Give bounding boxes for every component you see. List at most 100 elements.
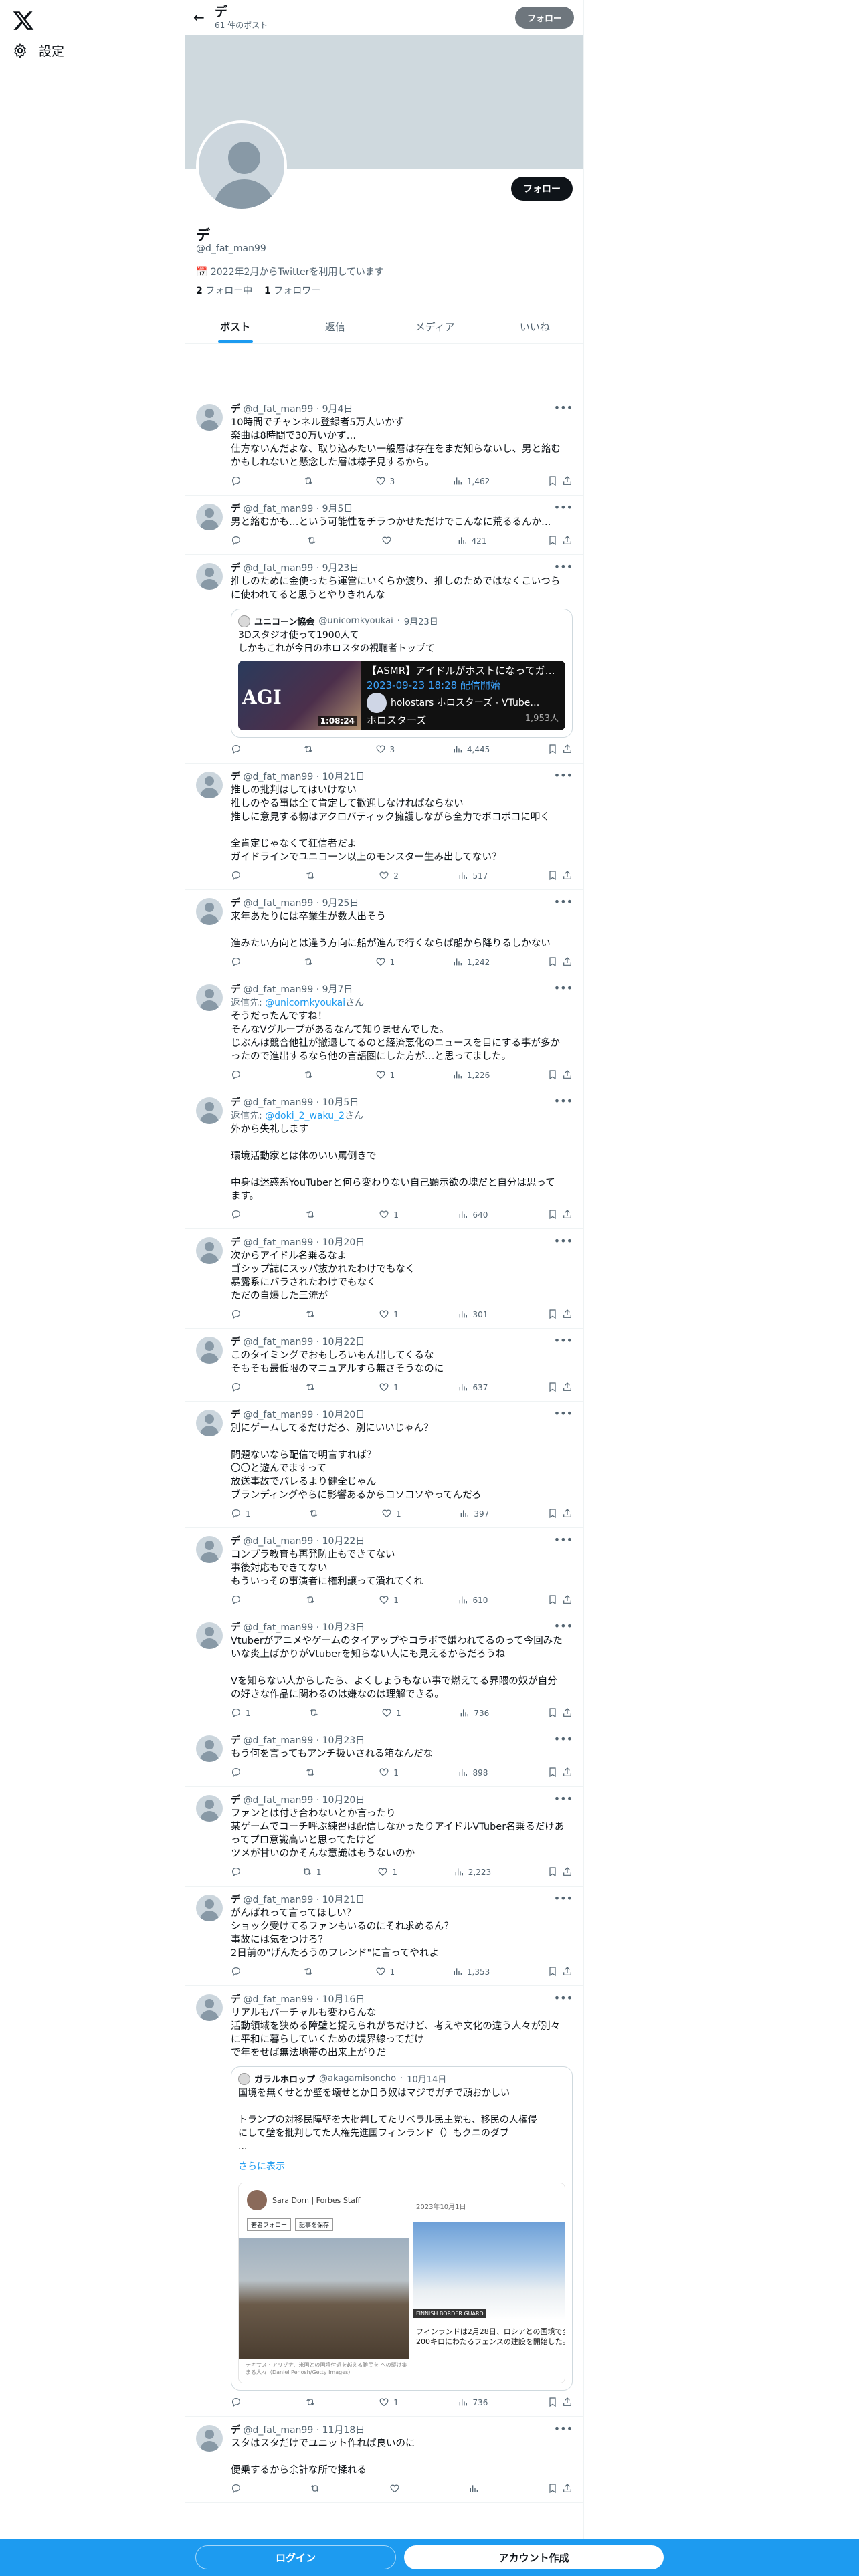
tab-replies[interactable]: 返信 [285, 310, 385, 343]
tweet-avatar[interactable] [196, 1735, 223, 1762]
tweet-author-name[interactable]: デ [231, 984, 240, 995]
tweet-author-name[interactable]: デ [231, 1735, 240, 1746]
tweet-author-name[interactable]: デ [231, 1622, 240, 1633]
views-button[interactable]: 898 [458, 1767, 488, 1780]
bookmark-button[interactable] [547, 1069, 558, 1082]
tweet-avatar[interactable] [196, 984, 223, 1011]
tweet[interactable]: ••• デ @d_fat_man99 · 10月23日 Vtuberがアニメやゲーム… [185, 1614, 583, 1727]
views-button[interactable]: 1,462 [452, 475, 490, 488]
tweet-date[interactable]: 11月18日 [322, 2425, 365, 2436]
reply-button[interactable] [231, 475, 246, 488]
tweet-author-name[interactable]: デ [231, 563, 240, 574]
tweet[interactable]: ••• デ @d_fat_man99 · 11月18日 スタはスタだけでユニット作れ… [185, 2417, 583, 2503]
reply-button[interactable] [231, 1382, 246, 1394]
reply-button[interactable] [231, 1594, 246, 1607]
followers-link[interactable]: 1 フォロワー [264, 286, 320, 296]
like-button[interactable]: 3 [375, 744, 395, 756]
like-button[interactable]: 1 [377, 1866, 397, 1879]
youtube-card[interactable]: AGI 1:08:24 【ASMR】アイドルがホストになってガ… 2023-09-23… [238, 661, 565, 730]
views-button[interactable]: 736 [458, 2397, 488, 2409]
following-link[interactable]: 2 フォロー中 [196, 286, 252, 296]
tweet-avatar[interactable] [196, 404, 223, 431]
views-button[interactable]: 1,226 [452, 1069, 490, 1082]
tweet[interactable]: ••• デ @d_fat_man99 · 9月23日 推しのために金使ったら運営にい… [185, 555, 583, 764]
tweet-avatar[interactable] [196, 504, 223, 530]
views-button[interactable]: 2,223 [454, 1866, 491, 1879]
retweet-button[interactable] [306, 535, 321, 548]
retweet-button[interactable]: 1 [302, 1866, 321, 1879]
views-button[interactable] [468, 2483, 483, 2496]
show-more-link[interactable]: さらに表示 [231, 2159, 572, 2179]
retweet-button[interactable] [310, 2483, 324, 2496]
reply-button[interactable] [231, 1866, 246, 1879]
tweet[interactable]: ••• デ @d_fat_man99 · 10月22日 コンプラ教育も再発防止もでき… [185, 1528, 583, 1614]
tab-media[interactable]: メディア [385, 310, 485, 343]
share-button[interactable] [562, 1707, 573, 1720]
settings-link[interactable]: 設定 [12, 41, 64, 60]
tweet-avatar[interactable] [196, 1237, 223, 1264]
share-button[interactable] [562, 1209, 573, 1222]
retweet-button[interactable] [303, 475, 318, 488]
bookmark-button[interactable] [547, 1707, 558, 1720]
like-button[interactable]: 1 [379, 1309, 399, 1321]
tweet-author-name[interactable]: デ [231, 1895, 240, 1905]
bookmark-button[interactable] [547, 1594, 558, 1607]
reply-button[interactable] [231, 2483, 246, 2496]
tweet-avatar[interactable] [196, 1536, 223, 1563]
video-thumbnail[interactable]: AGI 1:08:24 [238, 661, 361, 730]
bookmark-button[interactable] [547, 1309, 558, 1321]
views-button[interactable]: 640 [458, 1209, 488, 1222]
tweet-date[interactable]: 10月22日 [322, 1337, 365, 1348]
tab-likes[interactable]: いいね [485, 310, 583, 343]
tweet[interactable]: ••• デ @d_fat_man99 · 10月21日 推しの批判はしてはいけない … [185, 764, 583, 890]
tweet-date[interactable]: 10月20日 [322, 1410, 365, 1420]
like-button[interactable]: 1 [379, 1382, 399, 1394]
retweet-button[interactable] [305, 1767, 320, 1780]
reply-button[interactable] [231, 870, 246, 883]
x-logo-icon[interactable] [12, 9, 35, 32]
more-options-icon[interactable]: ••• [554, 501, 573, 514]
tweet[interactable]: ••• デ @d_fat_man99 · 10月23日 もう何を言ってもアンチ扱いさ… [185, 1727, 583, 1787]
share-button[interactable] [562, 1069, 573, 1082]
views-button[interactable]: 1,242 [452, 956, 490, 969]
retweet-button[interactable] [305, 870, 320, 883]
retweet-button[interactable] [305, 1594, 320, 1607]
share-button[interactable] [562, 1508, 573, 1521]
retweet-button[interactable] [303, 744, 318, 756]
like-button[interactable]: 1 [379, 1767, 399, 1780]
share-button[interactable] [562, 1866, 573, 1879]
share-button[interactable] [562, 2397, 573, 2409]
views-button[interactable]: 736 [459, 1707, 489, 1720]
tweet-date[interactable]: 10月23日 [322, 1622, 365, 1633]
tweet-date[interactable]: 10月5日 [322, 1097, 359, 1108]
reply-button[interactable] [231, 1309, 246, 1321]
bookmark-button[interactable] [547, 1508, 558, 1521]
tweet-date[interactable]: 9月7日 [322, 984, 353, 995]
reply-button[interactable] [231, 1069, 246, 1082]
retweet-button[interactable] [308, 1707, 323, 1720]
tweet-date[interactable]: 9月5日 [322, 504, 353, 514]
share-button[interactable] [562, 1309, 573, 1321]
header-follow-button[interactable]: フォロー [514, 7, 574, 29]
views-button[interactable]: 637 [458, 1382, 488, 1394]
tweet-date[interactable]: 10月23日 [322, 1735, 365, 1746]
tweet-author-name[interactable]: デ [231, 1994, 240, 2005]
tweet[interactable]: ••• デ @d_fat_man99 · 10月20日 ファンとは付き合わないとか言… [185, 1787, 583, 1887]
bookmark-button[interactable] [547, 1866, 558, 1879]
tweet-author-name[interactable]: デ [231, 1097, 240, 1108]
reply-button[interactable] [231, 1767, 246, 1780]
tweet-avatar[interactable] [196, 1097, 223, 1124]
tweet-date[interactable]: 9月23日 [322, 563, 359, 574]
more-options-icon[interactable]: ••• [554, 1235, 573, 1247]
more-options-icon[interactable]: ••• [554, 1407, 573, 1420]
tweet-author-name[interactable]: デ [231, 1237, 240, 1248]
bookmark-button[interactable] [547, 1767, 558, 1780]
tweet-author-name[interactable]: デ [231, 2425, 240, 2436]
more-options-icon[interactable]: ••• [554, 1533, 573, 1546]
like-button[interactable]: 1 [381, 1508, 401, 1521]
tweet-avatar[interactable] [196, 1795, 223, 1822]
more-options-icon[interactable]: ••• [554, 1620, 573, 1632]
like-button[interactable]: 2 [379, 870, 399, 883]
views-button[interactable]: 421 [457, 535, 486, 548]
views-button[interactable]: 517 [458, 870, 488, 883]
